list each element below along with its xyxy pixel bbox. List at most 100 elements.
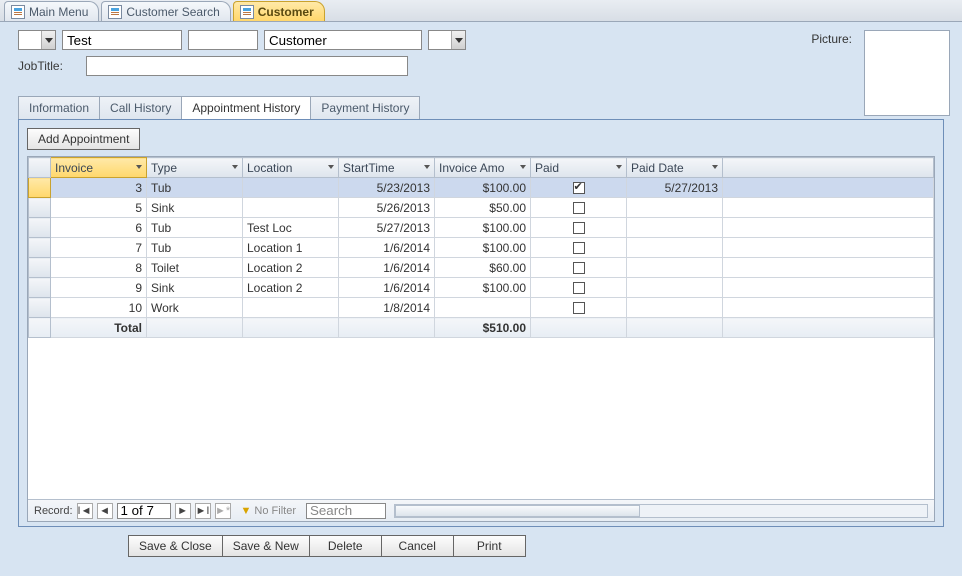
prefix-dropdown[interactable] xyxy=(18,30,56,50)
column-header-location[interactable]: Location xyxy=(243,158,339,178)
paid-checkbox[interactable] xyxy=(573,222,585,234)
table-row[interactable]: 5Sink5/26/2013$50.00 xyxy=(29,198,934,218)
table-cell[interactable] xyxy=(243,298,339,318)
top-tab-main-menu[interactable]: Main Menu xyxy=(4,1,99,21)
table-cell[interactable]: 1/8/2014 xyxy=(339,298,435,318)
sub-tab-call-history[interactable]: Call History xyxy=(99,96,182,119)
table-cell[interactable]: 5 xyxy=(51,198,147,218)
column-header-paid-date[interactable]: Paid Date xyxy=(627,158,723,178)
suffix-dropdown[interactable] xyxy=(428,30,466,50)
table-cell[interactable]: 9 xyxy=(51,278,147,298)
nav-new-button[interactable]: ►* xyxy=(215,503,231,519)
table-row[interactable]: 8ToiletLocation 21/6/2014$60.00 xyxy=(29,258,934,278)
save-close-button[interactable]: Save & Close xyxy=(128,535,223,557)
table-cell[interactable]: $100.00 xyxy=(435,178,531,198)
column-header-paid[interactable]: Paid xyxy=(531,158,627,178)
table-cell[interactable]: Toilet xyxy=(147,258,243,278)
table-cell[interactable]: 1/6/2014 xyxy=(339,278,435,298)
table-cell[interactable]: Test Loc xyxy=(243,218,339,238)
jobtitle-field[interactable] xyxy=(86,56,408,76)
row-selector[interactable] xyxy=(29,298,51,318)
table-cell[interactable]: Work xyxy=(147,298,243,318)
table-cell[interactable]: 10 xyxy=(51,298,147,318)
table-cell[interactable]: 7 xyxy=(51,238,147,258)
last-name-field[interactable] xyxy=(264,30,422,50)
table-cell[interactable] xyxy=(627,238,723,258)
table-cell[interactable] xyxy=(243,178,339,198)
appointments-table[interactable]: InvoiceTypeLocationStartTimeInvoice AmoP… xyxy=(28,157,934,338)
nav-next-button[interactable]: ► xyxy=(175,503,191,519)
table-cell[interactable]: Location 2 xyxy=(243,258,339,278)
table-cell[interactable]: $50.00 xyxy=(435,198,531,218)
nav-first-button[interactable]: I◄ xyxy=(77,503,93,519)
print-button[interactable]: Print xyxy=(454,535,526,557)
row-selector[interactable] xyxy=(29,278,51,298)
table-cell[interactable] xyxy=(627,258,723,278)
sub-tab-payment-history[interactable]: Payment History xyxy=(310,96,420,119)
row-selector[interactable] xyxy=(29,238,51,258)
paid-checkbox[interactable] xyxy=(573,302,585,314)
no-filter-indicator[interactable]: ▼ No Filter xyxy=(241,505,296,517)
table-cell[interactable]: 1/6/2014 xyxy=(339,238,435,258)
table-cell[interactable] xyxy=(531,218,627,238)
table-cell[interactable]: $100.00 xyxy=(435,278,531,298)
table-row[interactable]: 7TubLocation 11/6/2014$100.00 xyxy=(29,238,934,258)
table-cell[interactable]: 5/27/2013 xyxy=(339,218,435,238)
table-cell[interactable]: 3 xyxy=(51,178,147,198)
table-cell[interactable] xyxy=(531,278,627,298)
top-tab-customer-search[interactable]: Customer Search xyxy=(101,1,230,21)
column-header-invoice[interactable]: Invoice xyxy=(51,158,147,178)
table-cell[interactable]: Location 1 xyxy=(243,238,339,258)
middle-name-field[interactable] xyxy=(188,30,258,50)
save-new-button[interactable]: Save & New xyxy=(223,535,310,557)
table-cell[interactable]: 5/27/2013 xyxy=(627,178,723,198)
table-row[interactable]: 9SinkLocation 21/6/2014$100.00 xyxy=(29,278,934,298)
table-cell[interactable] xyxy=(627,278,723,298)
paid-checkbox[interactable] xyxy=(573,202,585,214)
table-cell[interactable]: 5/23/2013 xyxy=(339,178,435,198)
table-cell[interactable]: $60.00 xyxy=(435,258,531,278)
sub-tab-information[interactable]: Information xyxy=(18,96,100,119)
delete-button[interactable]: Delete xyxy=(310,535,382,557)
row-selector[interactable] xyxy=(29,178,51,198)
table-cell[interactable]: Tub xyxy=(147,238,243,258)
row-selector[interactable] xyxy=(29,218,51,238)
table-cell[interactable] xyxy=(243,198,339,218)
first-name-field[interactable] xyxy=(62,30,182,50)
table-cell[interactable]: Tub xyxy=(147,218,243,238)
paid-checkbox[interactable] xyxy=(573,262,585,274)
row-selector[interactable] xyxy=(29,198,51,218)
paid-checkbox[interactable] xyxy=(573,242,585,254)
table-row[interactable]: 6TubTest Loc5/27/2013$100.00 xyxy=(29,218,934,238)
table-cell[interactable]: Sink xyxy=(147,278,243,298)
table-cell[interactable] xyxy=(531,238,627,258)
table-cell[interactable] xyxy=(531,298,627,318)
table-cell[interactable]: 8 xyxy=(51,258,147,278)
table-cell[interactable] xyxy=(531,178,627,198)
nav-last-button[interactable]: ►I xyxy=(195,503,211,519)
sub-tab-appointment-history[interactable]: Appointment History xyxy=(181,96,311,119)
table-cell[interactable] xyxy=(435,298,531,318)
cancel-button[interactable]: Cancel xyxy=(382,535,454,557)
column-header-invoice-amo[interactable]: Invoice Amo xyxy=(435,158,531,178)
paid-checkbox[interactable] xyxy=(573,282,585,294)
table-cell[interactable] xyxy=(627,298,723,318)
table-cell[interactable] xyxy=(531,198,627,218)
table-cell[interactable]: 1/6/2014 xyxy=(339,258,435,278)
select-all-corner[interactable] xyxy=(29,158,51,178)
add-appointment-button[interactable]: Add Appointment xyxy=(27,128,140,150)
row-selector[interactable] xyxy=(29,258,51,278)
table-cell[interactable] xyxy=(627,218,723,238)
table-cell[interactable] xyxy=(531,258,627,278)
table-cell[interactable]: 6 xyxy=(51,218,147,238)
table-cell[interactable]: $100.00 xyxy=(435,218,531,238)
column-header-starttime[interactable]: StartTime xyxy=(339,158,435,178)
nav-prev-button[interactable]: ◄ xyxy=(97,503,113,519)
nav-search-box[interactable] xyxy=(306,503,386,519)
table-row[interactable]: 3Tub5/23/2013$100.005/27/2013 xyxy=(29,178,934,198)
table-cell[interactable]: Sink xyxy=(147,198,243,218)
column-header-type[interactable]: Type xyxy=(147,158,243,178)
table-cell[interactable]: Location 2 xyxy=(243,278,339,298)
table-cell[interactable]: $100.00 xyxy=(435,238,531,258)
top-tab-customer[interactable]: Customer xyxy=(233,1,325,21)
